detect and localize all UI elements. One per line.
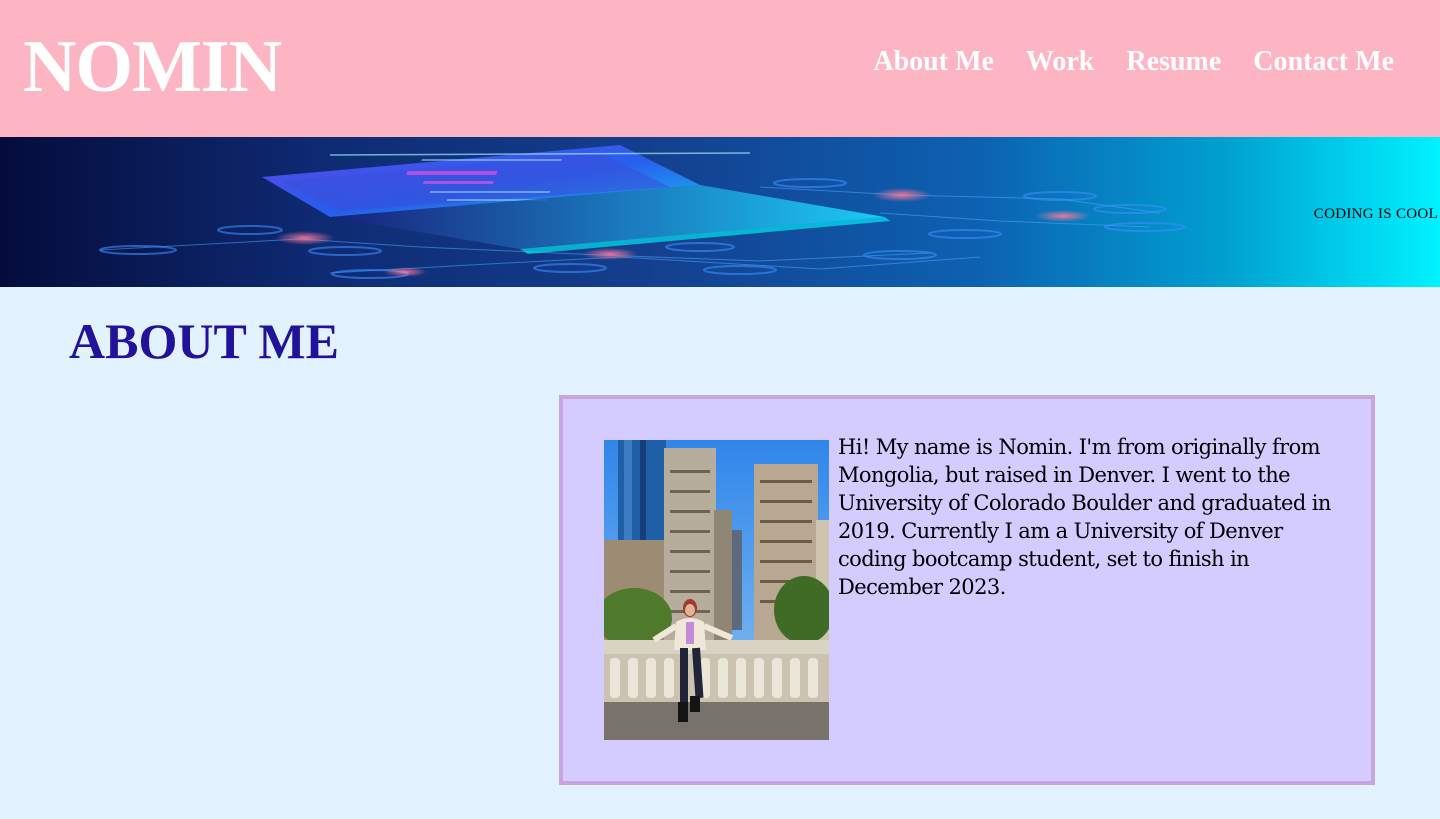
site-logo[interactable]: NOMIN [23,22,282,112]
about-me-card: Hi! My name is Nomin. I'm from originall… [559,395,1375,785]
nav-link-about-me[interactable]: About Me [873,44,994,80]
nav-link-resume[interactable]: Resume [1126,44,1221,80]
nav-link-work[interactable]: Work [1026,44,1094,80]
hero-banner-image [99,145,1186,279]
nav-link-contact-me[interactable]: Contact Me [1253,44,1394,80]
main-nav: About Me Work Resume Contact Me [873,44,1394,80]
about-me-bio: Hi! My name is Nomin. I'm from originall… [838,435,1331,599]
profile-photo [604,440,829,740]
about-me-heading: ABOUT ME [69,313,339,369]
site-header: NOMIN About Me Work Resume Contact Me [0,0,1440,137]
hero-tagline: CODING IS COOL [1313,206,1438,222]
hero-banner: CODING IS COOL [0,137,1440,287]
